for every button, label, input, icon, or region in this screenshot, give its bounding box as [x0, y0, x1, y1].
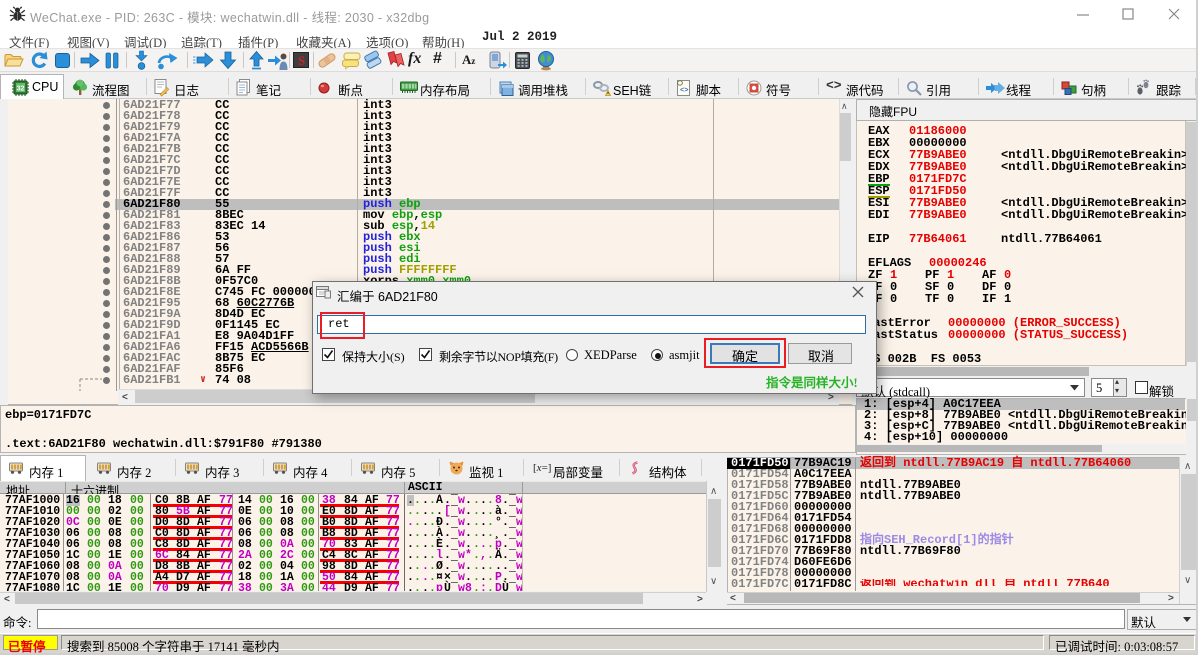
svg-text:32: 32 [17, 86, 25, 93]
svg-text:<>: <> [680, 87, 688, 95]
